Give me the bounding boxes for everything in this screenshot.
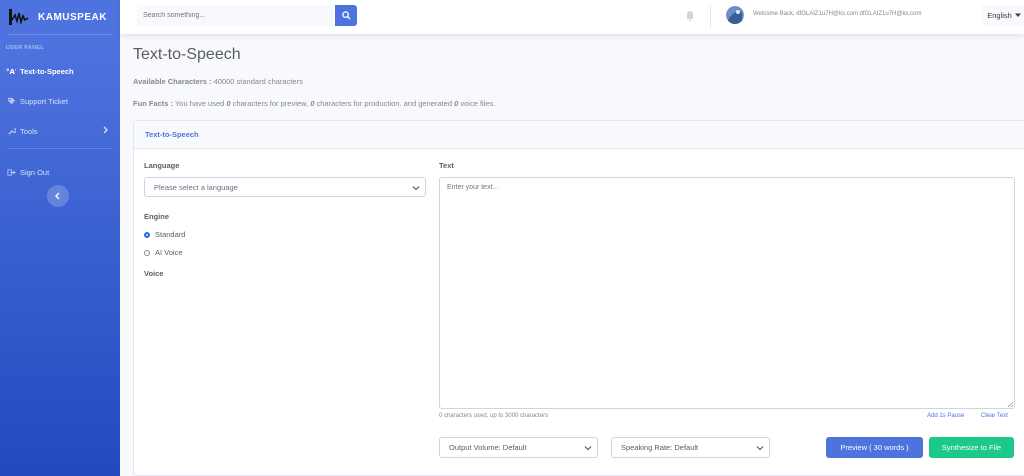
sidebar-item-support-ticket[interactable]: Support Ticket [0, 86, 120, 116]
preview-button[interactable]: Preview ( 30 words ) [826, 437, 923, 458]
card-header: Text-to-Speech [134, 121, 1024, 149]
sidebar-item-label: Text-to-Speech [20, 66, 74, 76]
radio-standard[interactable] [144, 231, 150, 238]
text-label: Text [439, 161, 454, 170]
fun-facts-text: characters for preview, [232, 99, 309, 108]
char-count: 0 characters used, up to 3000 characters [439, 413, 549, 419]
synthesize-button[interactable]: Synthesize to File [929, 437, 1014, 458]
sign-out-icon [6, 167, 16, 177]
search-icon [341, 11, 351, 20]
sidebar-item-sign-out[interactable]: Sign Out [0, 157, 120, 187]
page-title: Text-to-Speech [133, 46, 241, 63]
clear-text-link[interactable]: Clear Text [981, 413, 1008, 419]
topbar: Welcome Back, dfGLAIZ1u7H@ks.com dfGLAIZ… [120, 0, 1024, 34]
sidebar-item-label: Sign Out [20, 167, 50, 177]
engine-option-ai-voice[interactable]: AI Voice [144, 248, 183, 257]
wrench-icon [6, 126, 16, 136]
engine-option-standard[interactable]: Standard [144, 230, 185, 239]
available-characters: Available Characters : 40000 standard ch… [133, 77, 303, 86]
production-count: 0 [310, 99, 315, 108]
engine-label: Engine [144, 212, 170, 221]
language-label: Language [144, 161, 180, 170]
fun-facts-label: Fun Facts : [133, 99, 174, 108]
sidebar-item-label: Tools [20, 126, 38, 136]
fun-facts: Fun Facts : You have used 0 characters f… [133, 99, 495, 108]
language-select[interactable]: Please select a language [144, 177, 426, 197]
caret-down-icon [1014, 13, 1021, 17]
chevron-down-icon [756, 446, 764, 451]
fun-facts-text: voice files. [460, 99, 496, 108]
output-volume-select[interactable]: Output Volume: Default [439, 437, 598, 458]
sidebar-item-tools[interactable]: Tools [0, 116, 120, 146]
language-label: English [987, 10, 1012, 20]
resize-handle-icon[interactable] [1007, 401, 1014, 408]
chevron-right-icon [103, 126, 108, 134]
available-label: Available Characters : [133, 77, 212, 86]
text-input[interactable] [439, 177, 1015, 409]
brand-logo-icon [9, 9, 29, 25]
tag-icon [6, 96, 16, 106]
brand[interactable]: KAMUSPEAK [0, 0, 120, 34]
language-dropdown[interactable]: English [982, 5, 1024, 25]
voice-files-count: 0 [454, 99, 459, 108]
add-pause-link[interactable]: Add 1s Pause [927, 413, 964, 419]
sidebar-item-label: Support Ticket [20, 96, 68, 106]
microphone-icon: °A° [6, 66, 16, 76]
radio-ai-voice[interactable] [144, 249, 150, 256]
available-value: 40000 standard characters [213, 77, 303, 86]
language-select-value: Please select a language [154, 182, 238, 192]
output-volume-value: Output Volume: Default [449, 443, 527, 452]
fun-facts-text: characters for production. and generated [316, 99, 453, 108]
chevron-down-icon [412, 186, 420, 191]
welcome-text: Welcome Back, dfGLAIZ1u7H@ks.com dfGLAIZ… [753, 11, 922, 17]
topbar-divider [710, 6, 711, 28]
sidebar-heading: USER PANEL [6, 45, 45, 51]
sidebar-item-text-to-speech[interactable]: °A° Text-to-Speech [0, 56, 120, 86]
bell-icon[interactable] [684, 10, 696, 22]
avatar[interactable] [726, 6, 744, 24]
svg-text:°A°: °A° [6, 68, 16, 76]
engine-option-label: AI Voice [155, 248, 183, 257]
chevron-left-icon [55, 192, 60, 200]
fun-facts-text: You have used [174, 99, 225, 108]
chevron-down-icon [584, 446, 592, 451]
speaking-rate-value: Speaking Rate: Default [621, 443, 699, 452]
sidebar: KAMUSPEAK USER PANEL °A° Text-to-Speech … [0, 0, 120, 476]
brand-name: KAMUSPEAK [38, 11, 107, 23]
sidebar-divider [8, 148, 112, 149]
voice-label: Voice [144, 269, 164, 278]
preview-count: 0 [226, 99, 231, 108]
search-input[interactable] [137, 5, 333, 26]
sidebar-toggle-button[interactable] [47, 185, 69, 207]
engine-option-label: Standard [155, 230, 186, 239]
speaking-rate-select[interactable]: Speaking Rate: Default [611, 437, 770, 458]
search-button[interactable] [335, 5, 357, 26]
